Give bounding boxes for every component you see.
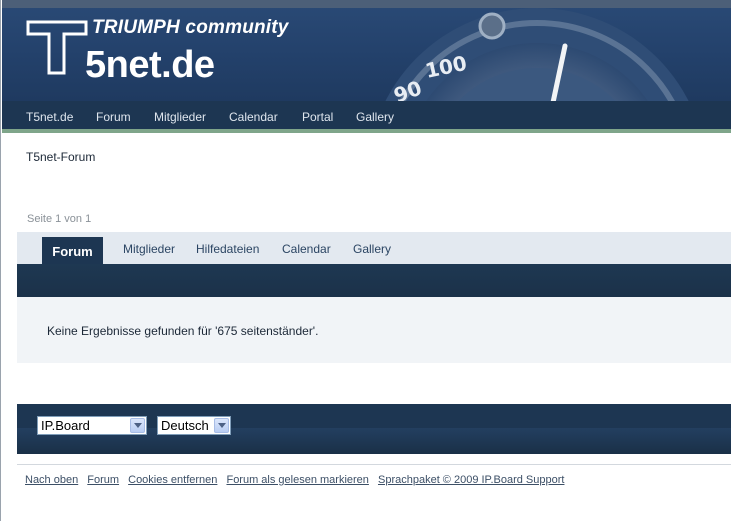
chevron-down-icon[interactable] xyxy=(214,418,229,433)
logo-tagline: TRIUMPH community xyxy=(92,17,289,38)
footer-links: Nach oben Forum Cookies entfernen Forum … xyxy=(25,474,570,486)
breadcrumb[interactable]: T5net-Forum xyxy=(26,150,95,164)
nav-item-forum[interactable]: Forum xyxy=(96,110,131,124)
footer-bar: IP.Board Deutsch xyxy=(17,404,731,454)
language-select[interactable]: Deutsch xyxy=(157,416,231,435)
tab-bar: Forum Mitglieder Hilfedateien Calendar G… xyxy=(17,232,731,264)
tab-hilfedateien[interactable]: Hilfedateien xyxy=(196,242,259,256)
footer-link-delete-cookies[interactable]: Cookies entfernen xyxy=(128,474,217,486)
speedometer-graphic: 100 90 xyxy=(385,8,689,101)
nav-item-mitglieder[interactable]: Mitglieder xyxy=(154,110,206,124)
footer-divider xyxy=(17,464,731,465)
tab-calendar[interactable]: Calendar xyxy=(282,242,331,256)
language-select-value: Deutsch xyxy=(161,418,209,433)
content-header-strip xyxy=(17,264,731,297)
chevron-down-icon[interactable] xyxy=(130,418,145,433)
nav-item-portal[interactable]: Portal xyxy=(302,110,333,124)
banner-top-line xyxy=(2,0,731,8)
tab-mitglieder[interactable]: Mitglieder xyxy=(123,242,175,256)
skin-select[interactable]: IP.Board xyxy=(37,416,147,435)
tab-forum[interactable]: Forum xyxy=(42,237,103,264)
footer-link-language-pack[interactable]: Sprachpaket © 2009 IP.Board Support xyxy=(378,474,564,486)
no-results-message: Keine Ergebnisse gefunden für '675 seite… xyxy=(47,324,319,338)
nav-item-calendar[interactable]: Calendar xyxy=(229,110,278,124)
tab-gallery[interactable]: Gallery xyxy=(353,242,391,256)
footer-link-top[interactable]: Nach oben xyxy=(25,474,78,486)
logo-site-name[interactable]: 5net.de xyxy=(85,44,215,87)
primary-nav: T5net.de Forum Mitglieder Calendar Porta… xyxy=(2,101,731,133)
pagination-text: Seite 1 von 1 xyxy=(27,213,92,225)
skin-select-value: IP.Board xyxy=(41,418,90,433)
nav-item-t5net[interactable]: T5net.de xyxy=(26,110,73,124)
nav-item-gallery[interactable]: Gallery xyxy=(356,110,394,124)
search-results-box: Keine Ergebnisse gefunden für '675 seite… xyxy=(17,297,731,363)
site-header-banner: 100 90 TRIUMPH community 5net.de xyxy=(2,0,731,101)
page: 100 90 TRIUMPH community 5net.de T5net.d… xyxy=(0,0,731,521)
footer-link-mark-read[interactable]: Forum als gelesen markieren xyxy=(226,474,368,486)
footer-link-forum[interactable]: Forum xyxy=(87,474,119,486)
logo-t-icon xyxy=(26,20,88,75)
